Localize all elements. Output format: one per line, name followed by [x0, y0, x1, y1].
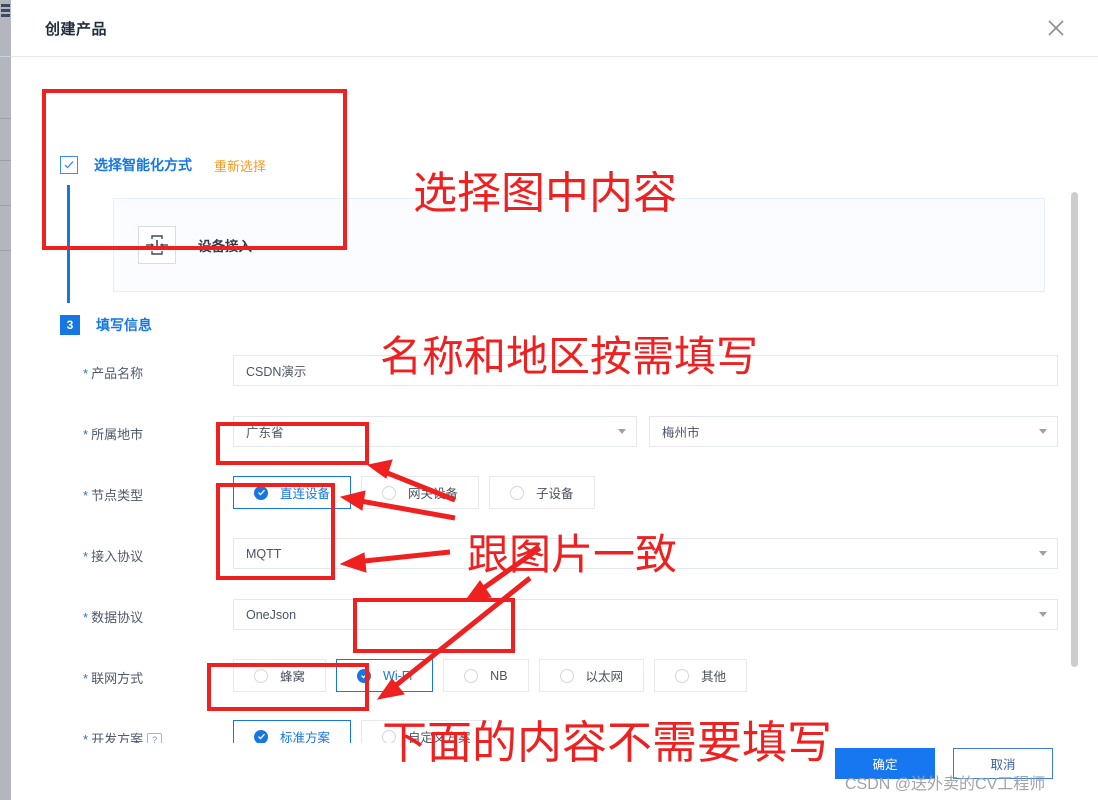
network-type-option-nb[interactable]: NB [443, 659, 529, 692]
radio-icon [510, 485, 525, 500]
network-type-option-cellular[interactable]: 蜂窝 [233, 659, 327, 692]
step-number-badge: 3 [60, 315, 80, 335]
dev-plan-option-custom[interactable]: 自定义方案 [361, 720, 492, 743]
required-mark: * [83, 427, 89, 442]
data-protocol-value: OneJson [246, 607, 297, 622]
chevron-down-icon [618, 429, 626, 434]
reselect-link[interactable]: 重新选择 [214, 156, 266, 175]
city-value: 梅州市 [662, 426, 700, 440]
form-row-node-type: * 节点类型 直连设备 网关设备 子设备 [11, 471, 1098, 532]
label-node-type: * 节点类型 [83, 488, 144, 503]
network-type-option-wifi[interactable]: Wi-Fi [336, 659, 434, 692]
close-icon[interactable] [1042, 14, 1070, 42]
step-fill-info-label: 填写信息 [96, 317, 152, 333]
label-data-protocol: * 数据协议 [83, 610, 144, 625]
radio-icon [382, 729, 397, 743]
chevron-down-icon [1039, 551, 1047, 556]
dialog-header: 创建产品 [11, 0, 1098, 57]
radio-selected-icon [254, 485, 268, 500]
radio-icon [559, 668, 574, 683]
product-name-input[interactable]: CSDN演示 [233, 355, 1058, 386]
data-protocol-select[interactable]: OneJson [233, 599, 1058, 630]
radio-icon [464, 668, 479, 683]
product-form: * 产品名称 CSDN演示 * 所属地市 广东省 梅州市 * 节点类型 直连设备… [11, 349, 1098, 743]
chevron-down-icon [1039, 612, 1047, 617]
province-value: 广东省 [246, 426, 284, 440]
form-row-access-protocol: * 接入协议 MQTT [11, 532, 1098, 593]
dev-plan-options: 标准方案 自定义方案 [233, 720, 502, 743]
form-row-product-name: * 产品名称 CSDN演示 [11, 349, 1098, 410]
form-row-region: * 所属地市 广东省 梅州市 [11, 410, 1098, 471]
required-mark: * [83, 549, 89, 564]
dev-plan-option-standard[interactable]: 标准方案 [233, 720, 352, 743]
required-mark: * [83, 610, 89, 625]
method-card-wrap: 设备接入 [67, 185, 1050, 303]
radio-selected-icon [254, 729, 268, 743]
form-row-network-type: * 联网方式 蜂窝 Wi-Fi NB 以太网 其他 [11, 654, 1098, 715]
label-network-type: * 联网方式 [83, 671, 144, 686]
required-mark: * [83, 488, 89, 503]
help-icon[interactable]: ? [147, 733, 163, 743]
radio-icon [382, 485, 397, 500]
chevron-down-icon [1039, 429, 1047, 434]
radio-icon [675, 668, 690, 683]
screenshot-root: 创建产品 选择智能化方式 重新选择 设备接入 3 填写信息 * 产品名称 CSD… [0, 0, 1098, 800]
node-type-option-direct[interactable]: 直连设备 [233, 476, 352, 509]
label-access-protocol: * 接入协议 [83, 549, 144, 564]
access-protocol-select[interactable]: MQTT [233, 538, 1058, 569]
city-select[interactable]: 梅州市 [649, 416, 1058, 447]
form-row-dev-plan: * 开发方案? 标准方案 自定义方案 [11, 715, 1098, 743]
radio-icon [254, 668, 268, 683]
label-dev-plan: * 开发方案? [83, 729, 223, 743]
form-row-data-protocol: * 数据协议 OneJson [11, 593, 1098, 654]
method-card-device-access[interactable]: 设备接入 [113, 198, 1045, 292]
method-card-label: 设备接入 [198, 239, 252, 254]
watermark: CSDN @送外卖的CV工程师 [845, 776, 1046, 793]
node-type-options: 直连设备 网关设备 子设备 [233, 476, 605, 509]
dialog-body: 选择智能化方式 重新选择 设备接入 3 填写信息 * 产品名称 CSDN演示 *… [11, 57, 1098, 743]
network-type-option-ethernet[interactable]: 以太网 [538, 659, 645, 692]
access-protocol-value: MQTT [246, 546, 282, 561]
network-type-options: 蜂窝 Wi-Fi NB 以太网 其他 [233, 659, 757, 692]
province-select[interactable]: 广东省 [233, 416, 637, 447]
required-mark: * [83, 671, 89, 686]
step-select-method[interactable]: 选择智能化方式 重新选择 [60, 155, 266, 175]
network-type-option-other[interactable]: 其他 [654, 659, 748, 692]
page-title: 创建产品 [45, 21, 108, 38]
product-name-value: CSDN演示 [246, 365, 307, 379]
label-region: * 所属地市 [83, 427, 144, 442]
background-menu-glyphs [1, 4, 10, 26]
step-select-method-label: 选择智能化方式 [94, 157, 192, 173]
step-fill-info: 3 填写信息 [60, 315, 152, 335]
node-type-option-subdevice[interactable]: 子设备 [489, 476, 595, 509]
check-icon [60, 156, 78, 174]
label-product-name: * 产品名称 [83, 366, 144, 381]
required-mark: * [83, 366, 89, 381]
device-access-icon [138, 226, 176, 264]
radio-selected-icon [357, 668, 372, 683]
required-mark: * [83, 732, 89, 743]
background-page-sliver [0, 0, 11, 800]
node-type-option-gateway[interactable]: 网关设备 [361, 476, 480, 509]
create-product-dialog: 创建产品 选择智能化方式 重新选择 设备接入 3 填写信息 * 产品名称 CSD… [11, 0, 1098, 800]
